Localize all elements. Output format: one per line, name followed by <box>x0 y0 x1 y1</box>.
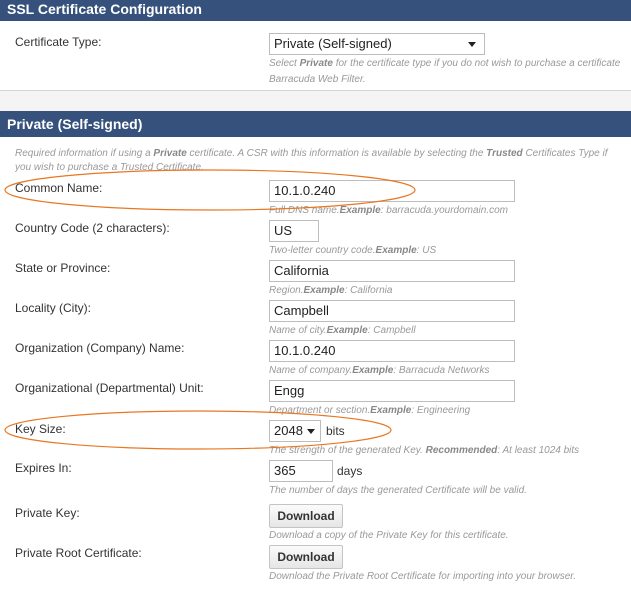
chevron-down-icon <box>468 42 476 47</box>
locality-help: Name of city.Example: Campbell <box>269 325 416 336</box>
private-root-cert-help: Download the Private Root Certificate fo… <box>269 571 576 582</box>
private-root-cert-label: Private Root Certificate: <box>15 546 142 560</box>
certificate-type-select[interactable]: Private (Self-signed) <box>269 33 485 55</box>
organization-help: Name of company.Example: Barracuda Netwo… <box>269 365 490 376</box>
download-private-key-button[interactable]: Download <box>269 504 343 528</box>
common-name-label: Common Name: <box>15 181 103 195</box>
certificate-type-value: Private (Self-signed) <box>274 36 392 51</box>
country-code-help: Two-letter country code.Example: US <box>269 245 437 256</box>
key-size-help: The strength of the generated Key. Recom… <box>269 445 580 456</box>
section-divider <box>0 91 631 111</box>
state-label: State or Province: <box>15 261 111 275</box>
state-input[interactable]: California <box>269 260 515 282</box>
key-size-select[interactable]: 2048 <box>269 420 321 442</box>
ssl-certificate-configuration-section: SSL Certificate Configuration Certificat… <box>0 0 631 91</box>
country-code-input[interactable]: US <box>269 220 319 242</box>
private-intro-text: Required information if using a Private … <box>15 148 608 173</box>
org-unit-label: Organizational (Departmental) Unit: <box>15 381 204 395</box>
expires-in-label: Expires In: <box>15 461 72 475</box>
org-unit-help: Department or section.Example: Engineeri… <box>269 405 471 416</box>
certificate-type-label: Certificate Type: <box>15 35 102 49</box>
section-header: Private (Self-signed) <box>0 111 631 137</box>
key-size-unit: bits <box>326 424 345 438</box>
private-key-label: Private Key: <box>15 506 80 520</box>
certificate-type-help-line2: Barracuda Web Filter. <box>269 74 366 85</box>
download-private-root-cert-button[interactable]: Download <box>269 545 343 569</box>
key-size-label: Key Size: <box>15 422 66 436</box>
key-size-value: 2048 <box>274 423 303 438</box>
private-self-signed-section: Private (Self-signed) <box>0 111 631 137</box>
common-name-help: Full DNS name.Example: barracuda.yourdom… <box>269 205 509 216</box>
common-name-input[interactable]: 10.1.0.240 <box>269 180 515 202</box>
expires-in-input[interactable]: 365 <box>269 460 333 482</box>
private-key-help: Download a copy of the Private Key for t… <box>269 530 509 541</box>
expires-in-unit: days <box>337 464 363 478</box>
chevron-down-icon <box>307 429 315 434</box>
locality-label: Locality (City): <box>15 301 92 315</box>
locality-input[interactable]: Campbell <box>269 300 515 322</box>
state-help: Region.Example: California <box>269 285 393 296</box>
country-code-label: Country Code (2 characters): <box>15 221 170 235</box>
organization-label: Organization (Company) Name: <box>15 341 185 355</box>
certificate-type-help: Select Private for the certificate type … <box>269 58 621 69</box>
org-unit-input[interactable]: Engg <box>269 380 515 402</box>
expires-in-help: The number of days the generated Certifi… <box>269 485 527 496</box>
section-header: SSL Certificate Configuration <box>0 0 631 21</box>
organization-input[interactable]: 10.1.0.240 <box>269 340 515 362</box>
